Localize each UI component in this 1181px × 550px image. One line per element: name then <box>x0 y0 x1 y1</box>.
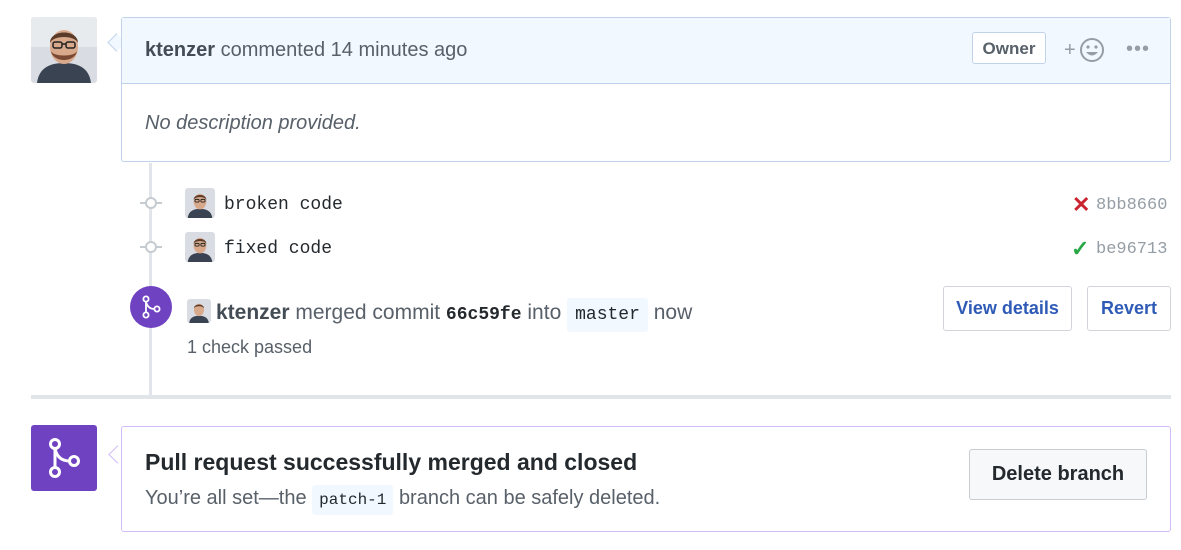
merged-title: Pull request successfully merged and clo… <box>145 449 638 475</box>
timeline-divider <box>31 395 1171 399</box>
merge-author-avatar[interactable] <box>187 299 211 323</box>
commit-sha[interactable]: 8bb8660 <box>1096 196 1167 215</box>
merge-time[interactable]: now <box>654 301 693 324</box>
comment-time[interactable]: 14 minutes ago <box>331 39 468 61</box>
merged-status-icon <box>31 425 97 491</box>
merge-into: into <box>527 301 562 324</box>
comment-action: commented <box>220 39 326 61</box>
commit-sha[interactable]: be96713 <box>1096 240 1167 259</box>
git-merge-icon <box>142 295 161 319</box>
comment-body: No description provided. <box>145 112 361 134</box>
merged-sub-prefix: You’re all set—the <box>145 487 307 509</box>
comment-box: ktenzer commented 14 minutes ago Owner +… <box>121 17 1171 162</box>
smiley-icon: + <box>1064 38 1104 62</box>
plus-icon: + <box>1064 39 1076 61</box>
more-options-icon[interactable]: ••• <box>1126 38 1150 61</box>
commit-icon <box>140 196 162 215</box>
comment-author[interactable]: ktenzer <box>145 39 215 61</box>
commit-author-avatar[interactable] <box>185 232 215 262</box>
avatar[interactable] <box>31 17 97 83</box>
merge-author[interactable]: ktenzer <box>216 301 290 324</box>
commit-message[interactable]: fixed code <box>224 239 332 259</box>
check-icon[interactable]: ✓ <box>1071 238 1089 260</box>
commit-author-avatar[interactable] <box>185 188 215 218</box>
comment-header-text: ktenzer commented 14 minutes ago <box>145 39 467 62</box>
delete-branch-button[interactable]: Delete branch <box>969 449 1147 500</box>
merged-sub-suffix: branch can be safely deleted. <box>398 487 661 509</box>
merge-commit-sha[interactable]: 66c59fe <box>446 305 522 325</box>
merge-badge <box>130 286 172 328</box>
merge-action: merged commit <box>295 301 441 324</box>
checks-status[interactable]: 1 check passed <box>187 337 312 358</box>
base-branch[interactable]: master <box>567 298 648 332</box>
git-merge-icon <box>49 438 80 478</box>
head-branch[interactable]: patch-1 <box>312 485 394 515</box>
revert-button[interactable]: Revert <box>1087 286 1171 331</box>
commit-icon <box>140 240 162 259</box>
owner-badge: Owner <box>972 32 1046 64</box>
x-icon[interactable]: ✕ <box>1072 194 1090 216</box>
merged-subtitle: You’re all set—the patch-1 branch can be… <box>145 485 660 515</box>
add-reaction-button[interactable]: + <box>1064 35 1108 65</box>
commit-message[interactable]: broken code <box>224 195 343 215</box>
comment-header: ktenzer commented 14 minutes ago Owner +… <box>122 18 1170 84</box>
view-details-button[interactable]: View details <box>943 286 1072 331</box>
merge-event-text: ktenzer merged commit 66c59fe into maste… <box>216 298 692 332</box>
